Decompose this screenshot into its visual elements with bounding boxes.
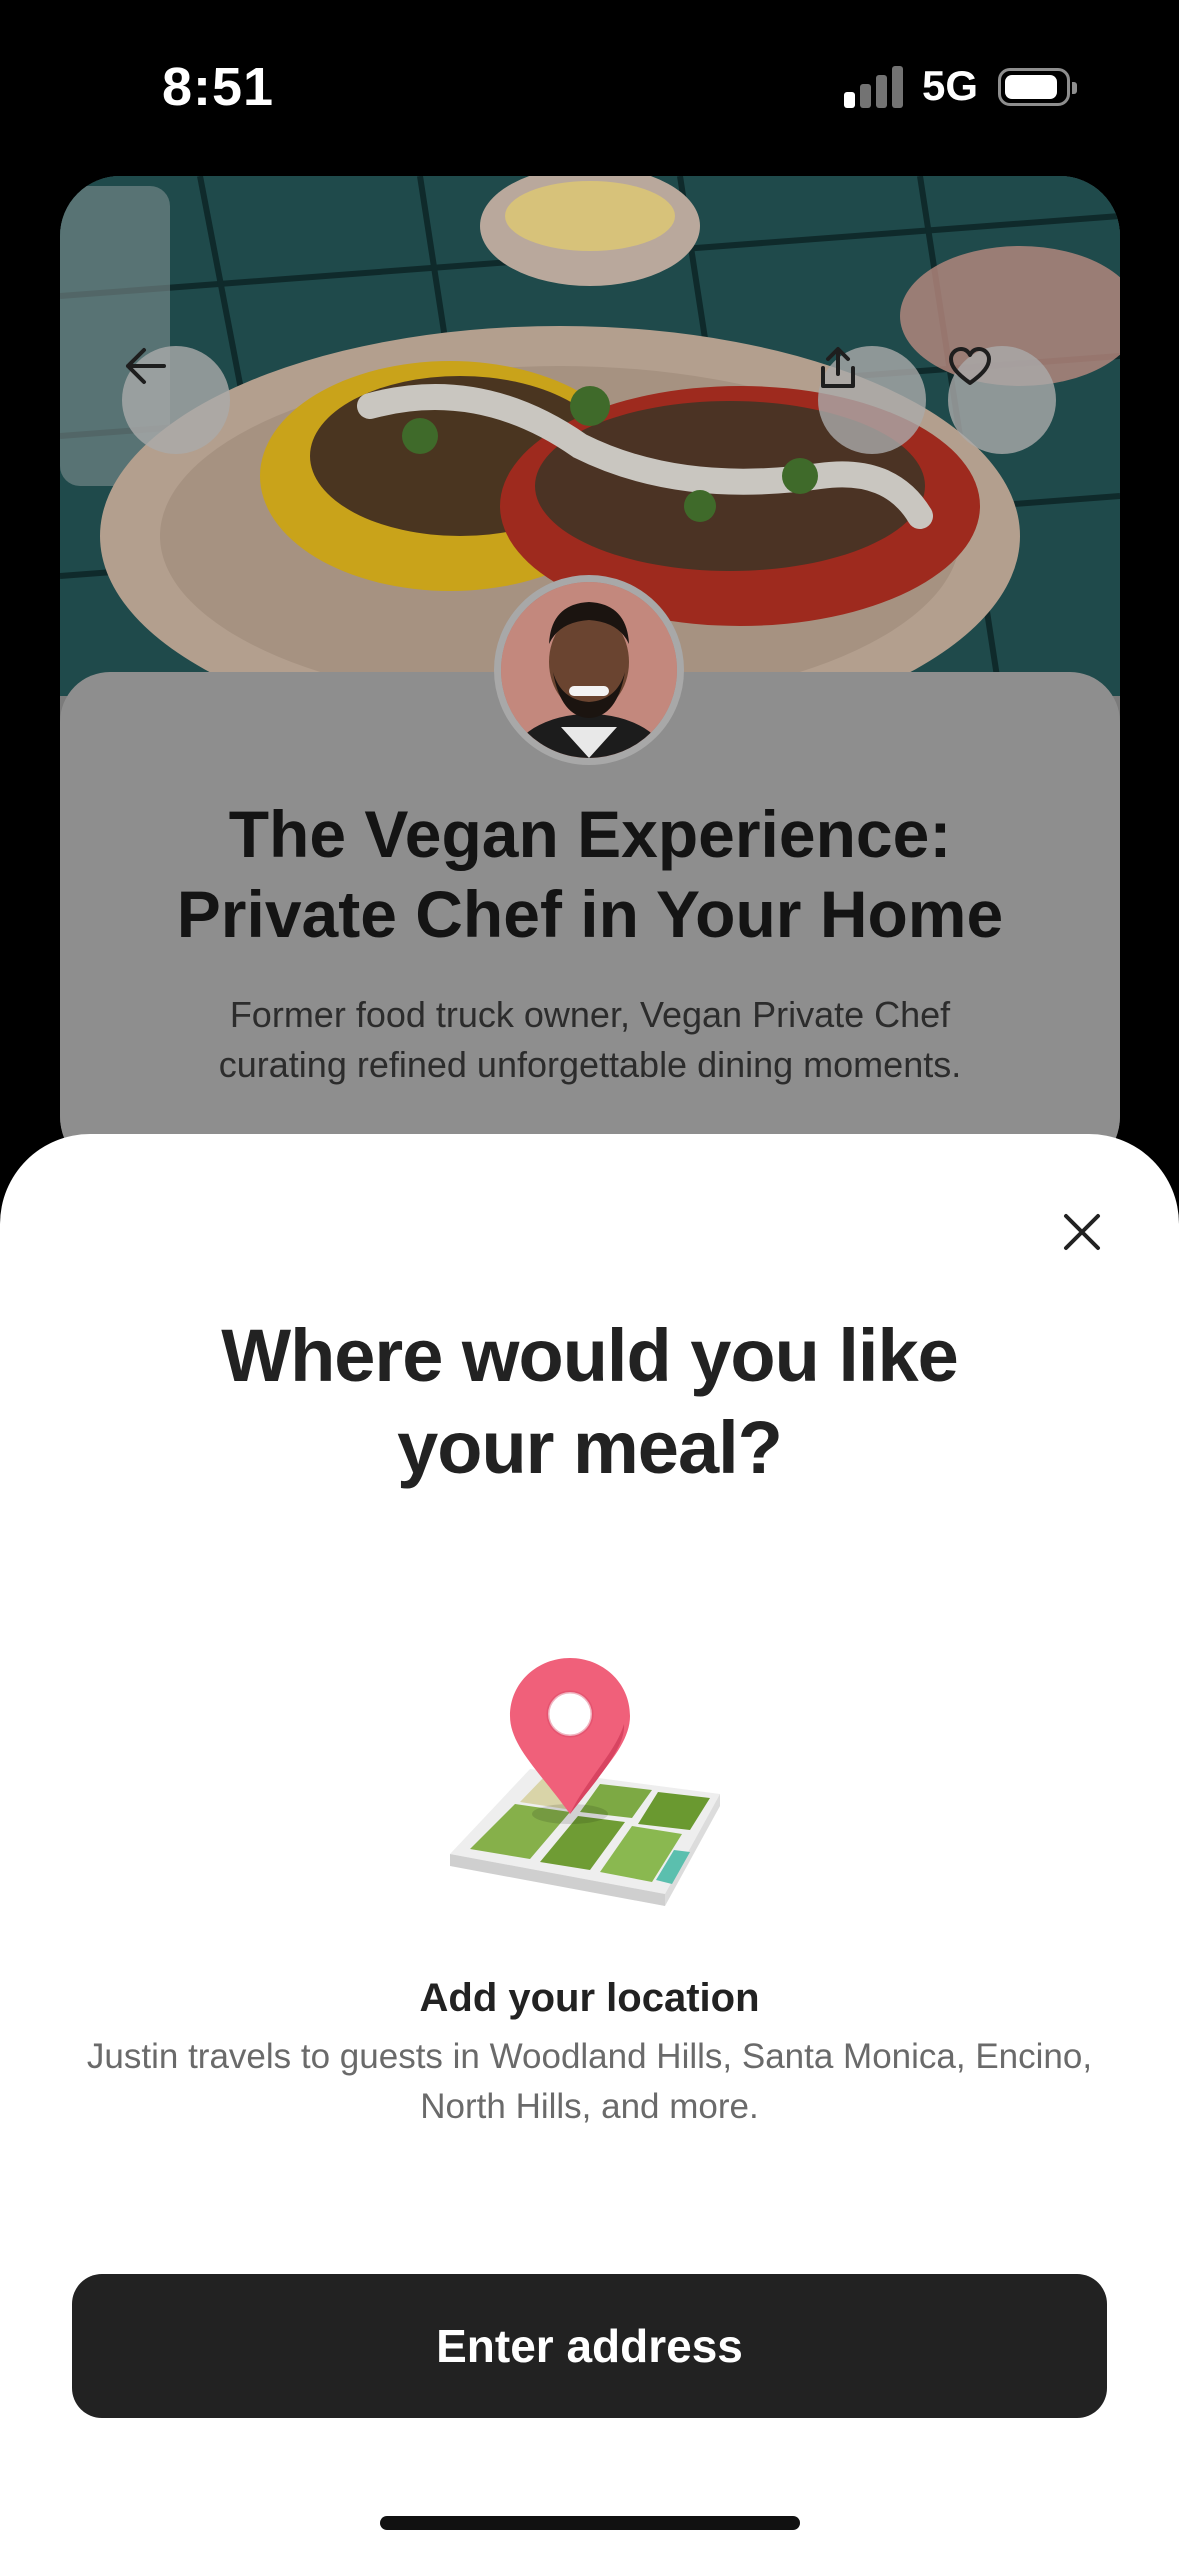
listing-title: The Vegan Experience: Private Chef in Yo… <box>60 794 1120 954</box>
heart-icon <box>949 347 991 385</box>
listing-description-line1: Former food truck owner, Vegan Private C… <box>229 994 951 1035</box>
sheet-title: Where would you like your meal? <box>0 1310 1179 1494</box>
back-button[interactable] <box>122 346 230 454</box>
listing-title-line1: The Vegan Experience: <box>228 797 952 871</box>
network-type: 5G <box>922 62 979 109</box>
location-heading: Add your location <box>419 1976 760 2020</box>
home-indicator[interactable] <box>380 2516 800 2530</box>
share-button[interactable] <box>818 346 926 454</box>
enter-address-button[interactable]: Enter address <box>72 2274 1107 2418</box>
sheet-title-line2: your meal? <box>397 1406 783 1489</box>
close-icon <box>1064 1214 1100 1250</box>
listing-title-line2: Private Chef in Your Home <box>176 877 1004 951</box>
location-description: Justin travels to guests in Woodland Hil… <box>40 2032 1139 2132</box>
location-sheet: Where would you like your meal? Add your… <box>0 1134 1179 2556</box>
screen: 8:51 5G The Vegan Experience: Private Ch… <box>0 0 1179 2556</box>
location-description-line1: Justin travels to guests in Woodland Hil… <box>86 2037 1093 2076</box>
map-pin-illustration <box>420 1654 760 1924</box>
status-bar: 8:51 5G <box>0 0 1179 170</box>
favorite-button[interactable] <box>948 346 1056 454</box>
cellular-signal-icon <box>844 64 904 108</box>
arrow-left-icon <box>126 348 166 384</box>
listing-description: Former food truck owner, Vegan Private C… <box>60 990 1120 1090</box>
host-avatar <box>494 575 684 765</box>
status-time: 8:51 <box>162 57 275 117</box>
close-button[interactable] <box>1040 1190 1124 1274</box>
location-description-line2: North Hills, and more. <box>420 2087 759 2126</box>
listing-description-line2: curating refined unforgettable dining mo… <box>218 1044 962 1085</box>
share-icon <box>821 347 855 388</box>
battery-icon <box>998 68 1077 106</box>
sheet-title-line1: Where would you like <box>221 1314 959 1397</box>
